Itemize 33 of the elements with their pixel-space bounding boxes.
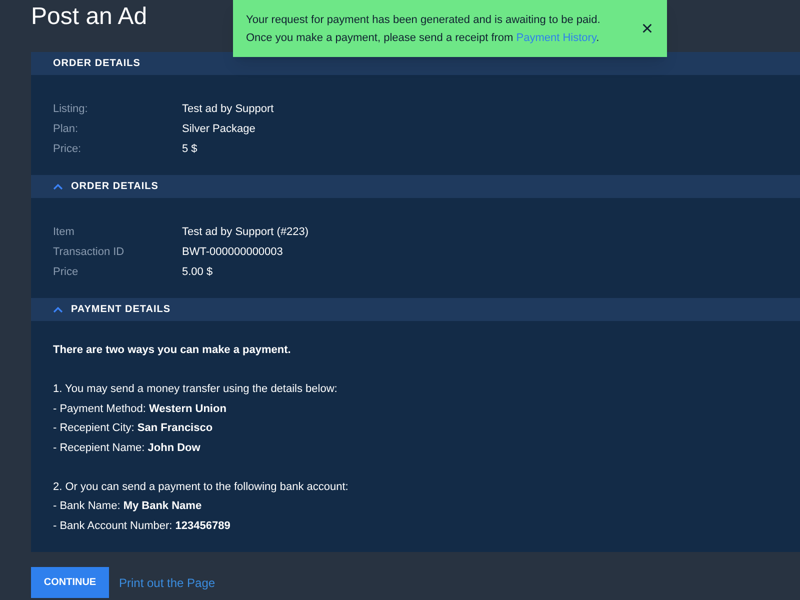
section-header[interactable]: ORDER DETAILS <box>31 175 800 198</box>
field-label: Price: <box>53 142 82 157</box>
section-header[interactable]: PAYMENT DETAILS <box>31 298 800 321</box>
field-label: Item <box>53 224 76 240</box>
payment-text: - Recepient City: San Francisco <box>53 421 214 436</box>
chevron-up-icon <box>53 184 63 190</box>
payment-text: - Payment Method: Western Union <box>53 402 228 416</box>
field-value: 5 $ <box>182 142 198 157</box>
chevron-up-icon <box>53 306 63 312</box>
section-title: ORDER DETAILS <box>53 57 140 71</box>
continue-button[interactable]: CONTINUE <box>31 567 109 598</box>
section-title: ORDER DETAILS <box>71 180 158 194</box>
toast-message: Your request for payment has been generated and is awaiting to be paid. <box>246 12 602 28</box>
field-value: 5.00 $ <box>182 264 213 280</box>
close-button[interactable]: × <box>641 18 653 38</box>
payment-text: 2. Or you can send a payment to the following bank account: <box>53 480 350 494</box>
payment-text: There are two ways you can make a payment. <box>53 343 292 358</box>
toast-message: Once you make a payment, please send a receipt from Payment History. <box>246 30 600 46</box>
print-link[interactable]: Print out the Page <box>119 574 216 592</box>
field-value: Test ad by Support (#223) <box>182 224 309 240</box>
page-title: Post an Ad <box>31 2 148 32</box>
payment-text: - Bank Account Number: 123456789 <box>53 518 232 534</box>
payment-text: - Bank Name: My Bank Name <box>53 499 203 514</box>
payment-text: - Recepient Name: John Dow <box>53 440 202 456</box>
field-label: Transaction ID <box>53 244 126 260</box>
field-label: Listing: <box>53 102 89 117</box>
field-value: Silver Package <box>182 122 256 137</box>
field-label: Plan: <box>53 122 80 137</box>
payment-text: 1. You may send a money transfer using the details below: <box>53 382 338 397</box>
field-label: Price <box>53 264 80 280</box>
section-title: PAYMENT DETAILS <box>71 303 171 317</box>
field-value: Test ad by Support <box>182 102 274 117</box>
field-value: BWT-000000000003 <box>182 244 283 260</box>
